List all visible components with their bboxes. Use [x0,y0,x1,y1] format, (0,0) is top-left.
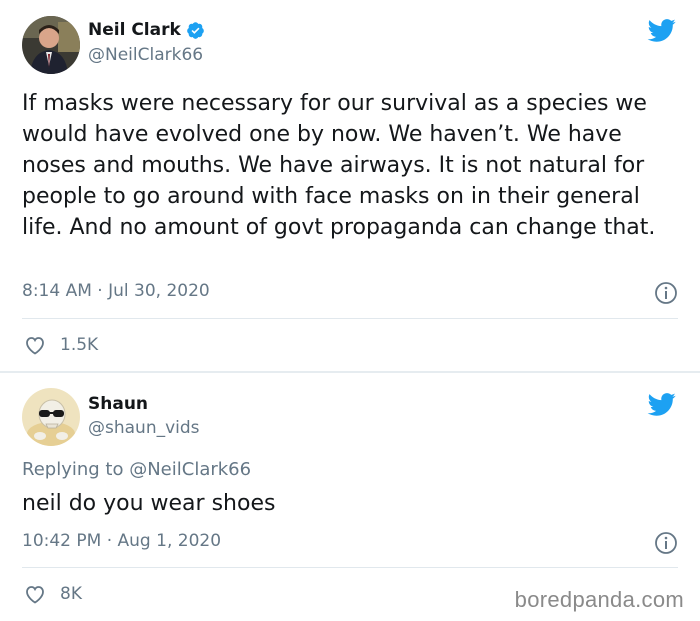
divider [22,567,678,568]
info-icon[interactable] [654,531,678,555]
twitter-bird-icon[interactable] [646,390,678,418]
tweet-neil-clark: Neil Clark @NeilClark66 If masks were ne… [0,0,700,372]
author-handle[interactable]: @shaun_vids [88,418,200,438]
replying-to-label: Replying to [22,459,124,480]
info-icon[interactable] [654,281,678,305]
replying-to-handle-link[interactable]: @NeilClark66 [129,459,251,480]
replying-to: Replying to @NeilClark66 [22,459,251,480]
avatar[interactable] [22,16,80,74]
author-name[interactable]: Neil Clark [88,20,205,40]
author-name[interactable]: Shaun [88,394,148,414]
heart-icon[interactable] [22,333,48,357]
divider [22,318,678,319]
tweet-timestamp[interactable]: 10:42 PM · Aug 1, 2020 [22,531,221,551]
like-action[interactable]: 1.5K [22,333,98,357]
heart-icon[interactable] [22,582,48,606]
avatar[interactable] [22,388,80,446]
like-count: 8K [60,584,82,604]
author-name-text[interactable]: Shaun [88,394,148,414]
tweet-text: If masks were necessary for our survival… [22,91,656,240]
like-action[interactable]: 8K [22,582,82,606]
tweet-timestamp[interactable]: 8:14 AM · Jul 30, 2020 [22,281,210,301]
twitter-bird-icon[interactable] [646,16,678,44]
author-handle[interactable]: @NeilClark66 [88,45,203,65]
tweet-text: neil do you wear shoes [22,491,276,516]
watermark: boredpanda.com [514,587,684,612]
like-count: 1.5K [60,335,99,355]
author-name-text[interactable]: Neil Clark [88,20,181,40]
verified-badge-icon [186,21,204,39]
tweet-shaun: Shaun @shaun_vids Replying to @NeilClark… [0,372,700,621]
